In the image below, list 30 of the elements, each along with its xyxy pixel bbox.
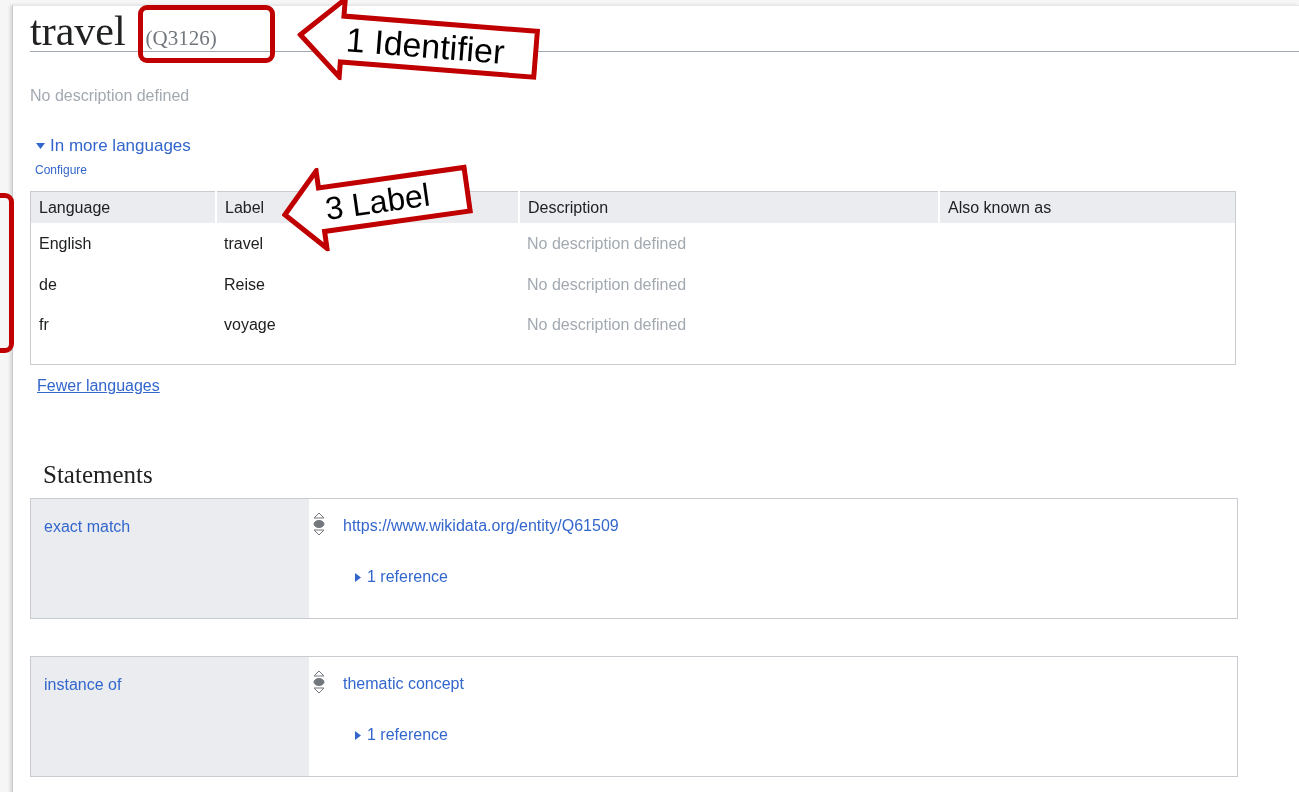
callout-label: 1 Identifier (344, 19, 507, 73)
caret-right-icon (355, 572, 361, 582)
table-cell: No description defined (519, 223, 939, 264)
table-cell: voyage (216, 305, 519, 365)
column-header: Also known as (939, 191, 1236, 223)
table-cell: No description defined (519, 305, 939, 365)
section-heading: Statements (43, 461, 154, 489)
table-cell-text: No description defined (526, 274, 688, 295)
property-link[interactable]: exact match (31, 499, 309, 618)
rank-icon (313, 512, 325, 536)
references-toggle[interactable]: 1 reference (355, 568, 619, 586)
languages-toggle[interactable]: In more languages (36, 136, 191, 156)
caret-down-icon (36, 143, 45, 149)
fewer-languages-link[interactable]: Fewer languages (37, 377, 160, 395)
item-description: No description defined (30, 87, 191, 106)
property-link[interactable]: instance of (31, 657, 309, 776)
caret-right-icon (355, 730, 361, 740)
column-header: Description (519, 191, 939, 223)
table-cell: English (30, 223, 216, 264)
table-cell-text: Reise (223, 274, 266, 295)
references-toggle[interactable]: 1 reference (355, 726, 464, 744)
table-cell: de (30, 264, 216, 305)
column-header: Language (30, 191, 216, 223)
value-link[interactable]: thematic concept (343, 675, 464, 693)
value-link[interactable]: https://www.wikidata.org/entity/Q61509 (343, 517, 619, 535)
item-identifier: (Q3126) (145, 26, 217, 51)
page-title: travel (30, 12, 126, 50)
rank-icon (313, 670, 325, 694)
configure-link[interactable]: Configure (35, 163, 1299, 177)
table-cell: fr (30, 305, 216, 365)
